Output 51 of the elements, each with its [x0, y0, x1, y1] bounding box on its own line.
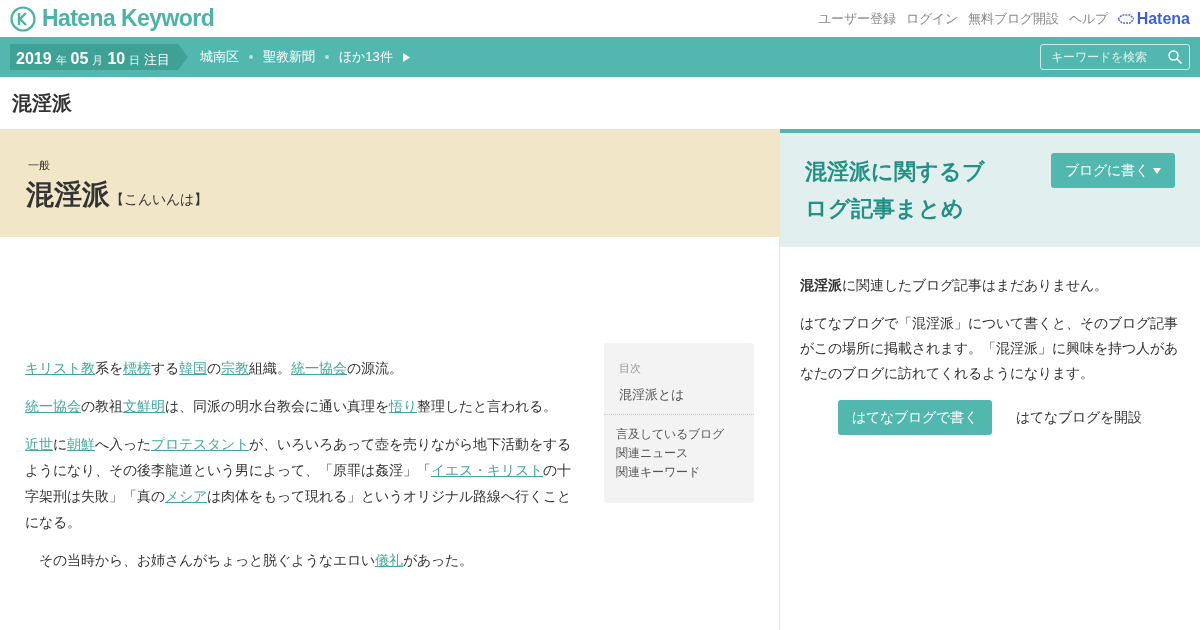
brand-logo[interactable]: Hatena — [1136, 6, 1190, 31]
badge-arrow-icon — [178, 44, 189, 70]
toc-link[interactable]: 関連ニュース — [616, 444, 742, 462]
article-paragraph: その当時から、お姉さんがちょっと脱ぐようなエロい儀礼があった。 — [38, 551, 474, 570]
keyword-link[interactable]: 統一協会 — [291, 360, 347, 376]
category-label: 一般 — [28, 158, 51, 173]
keyword-link[interactable]: 韓国 — [179, 360, 207, 376]
search-icon[interactable] — [1168, 50, 1182, 64]
keyword-link[interactable]: 儀礼 — [375, 552, 403, 568]
topic-link[interactable]: 聖教新聞 — [263, 47, 316, 67]
brand-icon — [1117, 13, 1134, 24]
entry-reading: 【こんいんは】 — [110, 189, 208, 209]
toc-link[interactable]: 言及しているブログ — [616, 425, 742, 443]
header-link[interactable]: 無料ブログ開設 — [967, 8, 1059, 29]
entry-title: 混淫派 — [26, 177, 110, 212]
keyword-link[interactable]: 宗教 — [221, 360, 249, 376]
keyword-link[interactable]: キリスト教 — [25, 360, 95, 376]
keyword-link[interactable]: 悟り — [389, 398, 417, 414]
bullet-icon — [249, 55, 254, 59]
play-icon — [402, 52, 410, 62]
blog-panel-title: 混淫派に関するブログ記事まとめ — [805, 158, 986, 223]
more-topics-link[interactable]: ほか13件 — [339, 47, 393, 67]
keyword-link[interactable]: イエス・キリスト — [431, 462, 543, 478]
keyword-link[interactable]: 文鮮明 — [123, 398, 165, 414]
search-field[interactable]: キーワードを検索 — [1040, 44, 1190, 70]
article-paragraph: キリスト教系を標榜する韓国の宗教組織。統一協会の源流。 — [25, 359, 404, 378]
topic-link[interactable]: 城南区 — [200, 47, 240, 67]
header-link[interactable]: ユーザー登録 — [817, 8, 896, 29]
logo-icon — [10, 5, 36, 32]
keyword-link[interactable]: 近世 — [25, 436, 53, 452]
open-blog-link[interactable]: はてなブログを開設 — [1016, 407, 1142, 428]
info-text: はてなブログで「混淫派」について書くと、そのブログ記事がこの場所に掲載されます。「混淫派」に興味を持つ人があなたのブログに訪れてくれるようになります。 — [800, 314, 1179, 383]
write-blog-button[interactable]: ブログに書く — [1051, 153, 1175, 188]
toc-heading: 目次 — [619, 361, 643, 376]
page-title: 混淫派 — [12, 91, 72, 116]
write-in-hatena-button[interactable]: はてなブログで書く — [838, 400, 992, 435]
toc-item[interactable]: 混淫派とは — [619, 384, 739, 404]
empty-message: 混淫派に関連したブログ記事はまだありません。 — [800, 276, 1109, 295]
article-paragraph: 近世に朝鮮へ入ったプロテスタント が、いろいろあって壺を売りながら地下活動をするようになり、その後李龍道という男によって、「原罪は姦淫」「イエス・キリスト の十字架刑は失敗」「真のメシアは肉体をもって現れる」というオリジナル路線へ行くことになる。 — [25, 435, 572, 532]
keyword-link[interactable]: 統一協会 — [25, 398, 81, 414]
keyword-link[interactable]: プロテスタント — [151, 436, 249, 452]
caret-icon — [1153, 167, 1161, 174]
header-link[interactable]: ログイン — [905, 8, 958, 29]
header-link[interactable]: ヘルプ — [1068, 8, 1108, 29]
article-paragraph: 統一協会の教祖文鮮明は、同派の明水台教会に通い真理を悟り 整理したと言われる。 — [25, 397, 558, 416]
logo-text[interactable]: Hatena Keyword — [42, 1, 215, 36]
keyword-link[interactable]: 標榜 — [123, 360, 151, 376]
keyword-link[interactable]: 朝鮮 — [67, 436, 95, 452]
keyword-link[interactable]: メシア — [165, 488, 207, 504]
bullet-icon — [325, 55, 330, 59]
toc-link[interactable]: 関連キーワード — [616, 463, 742, 481]
